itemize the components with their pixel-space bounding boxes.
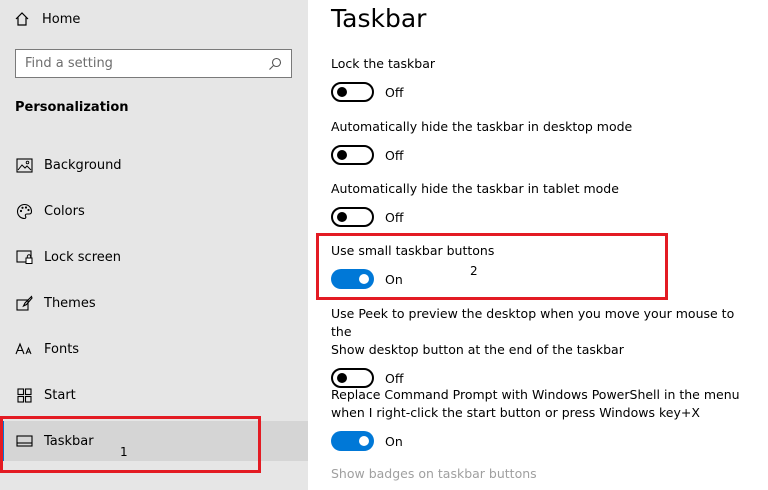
setting-powershell: Replace Command Prompt with Windows Powe… xyxy=(331,386,751,451)
highlight-box-small-buttons xyxy=(316,233,668,300)
sidebar-item-label: Colors xyxy=(44,203,85,219)
toggle-knob xyxy=(337,150,347,160)
sidebar-item-start[interactable]: Start xyxy=(0,375,308,415)
show-badges-label: Show badges on taskbar buttons xyxy=(331,466,537,481)
setting-label: Automatically hide the taskbar in deskto… xyxy=(331,119,633,134)
home-icon xyxy=(15,12,29,26)
toggle-state: Off xyxy=(385,209,404,225)
annotation-marker-1: 1 xyxy=(120,445,128,459)
highlight-box-taskbar xyxy=(0,416,261,473)
setting-label: Automatically hide the taskbar in tablet… xyxy=(331,181,619,196)
setting-label-line2: Show desktop button at the end of the ta… xyxy=(331,342,624,357)
sidebar-item-background[interactable]: Background xyxy=(0,145,308,185)
setting-label: Lock the taskbar xyxy=(331,56,436,71)
page-title: Taskbar xyxy=(331,4,427,33)
image-icon xyxy=(15,156,33,174)
sidebar-item-label: Themes xyxy=(44,295,96,311)
search-icon xyxy=(269,57,282,70)
brush-icon xyxy=(15,294,33,312)
lock-taskbar-toggle[interactable] xyxy=(331,82,374,102)
autohide-desktop-toggle[interactable] xyxy=(331,145,374,165)
sidebar-item-lock-screen[interactable]: Lock screen xyxy=(0,237,308,277)
toggle-state: Off xyxy=(385,147,404,163)
start-icon xyxy=(15,386,33,404)
home-link[interactable]: Home xyxy=(14,8,80,30)
powershell-toggle[interactable] xyxy=(331,431,374,451)
sidebar-item-label: Start xyxy=(44,387,76,403)
lock-screen-icon xyxy=(15,248,33,266)
toggle-knob xyxy=(359,436,369,446)
sidebar-item-label: Lock screen xyxy=(44,249,121,265)
setting-label-line1: Use Peek to preview the desktop when you… xyxy=(331,306,735,339)
toggle-state: Off xyxy=(385,370,404,386)
sidebar-item-fonts[interactable]: Fonts xyxy=(0,329,308,369)
peek-toggle[interactable] xyxy=(331,368,374,388)
palette-icon xyxy=(15,202,33,220)
autohide-tablet-toggle[interactable] xyxy=(331,207,374,227)
setting-lock-taskbar: Lock the taskbar Off xyxy=(331,55,751,102)
font-icon xyxy=(15,340,33,358)
toggle-state: Off xyxy=(385,84,404,100)
setting-autohide-tablet: Automatically hide the taskbar in tablet… xyxy=(331,180,751,227)
sidebar-item-label: Background xyxy=(44,157,122,173)
search-input[interactable]: Find a setting xyxy=(15,49,292,78)
sidebar-item-themes[interactable]: Themes xyxy=(0,283,308,323)
setting-peek: Use Peek to preview the desktop when you… xyxy=(331,305,751,388)
search-placeholder: Find a setting xyxy=(25,56,113,71)
annotation-marker-2: 2 xyxy=(470,264,478,278)
toggle-knob xyxy=(337,212,347,222)
section-title: Personalization xyxy=(15,100,129,115)
setting-autohide-desktop: Automatically hide the taskbar in deskto… xyxy=(331,118,751,165)
toggle-knob xyxy=(337,373,347,383)
sidebar-item-colors[interactable]: Colors xyxy=(0,191,308,231)
home-label: Home xyxy=(42,11,81,27)
toggle-knob xyxy=(337,87,347,97)
setting-label-line2: when I right-click the start button or p… xyxy=(331,405,700,420)
sidebar-item-label: Fonts xyxy=(44,341,80,357)
toggle-state: On xyxy=(385,433,403,449)
setting-label-line1: Replace Command Prompt with Windows Powe… xyxy=(331,387,740,402)
